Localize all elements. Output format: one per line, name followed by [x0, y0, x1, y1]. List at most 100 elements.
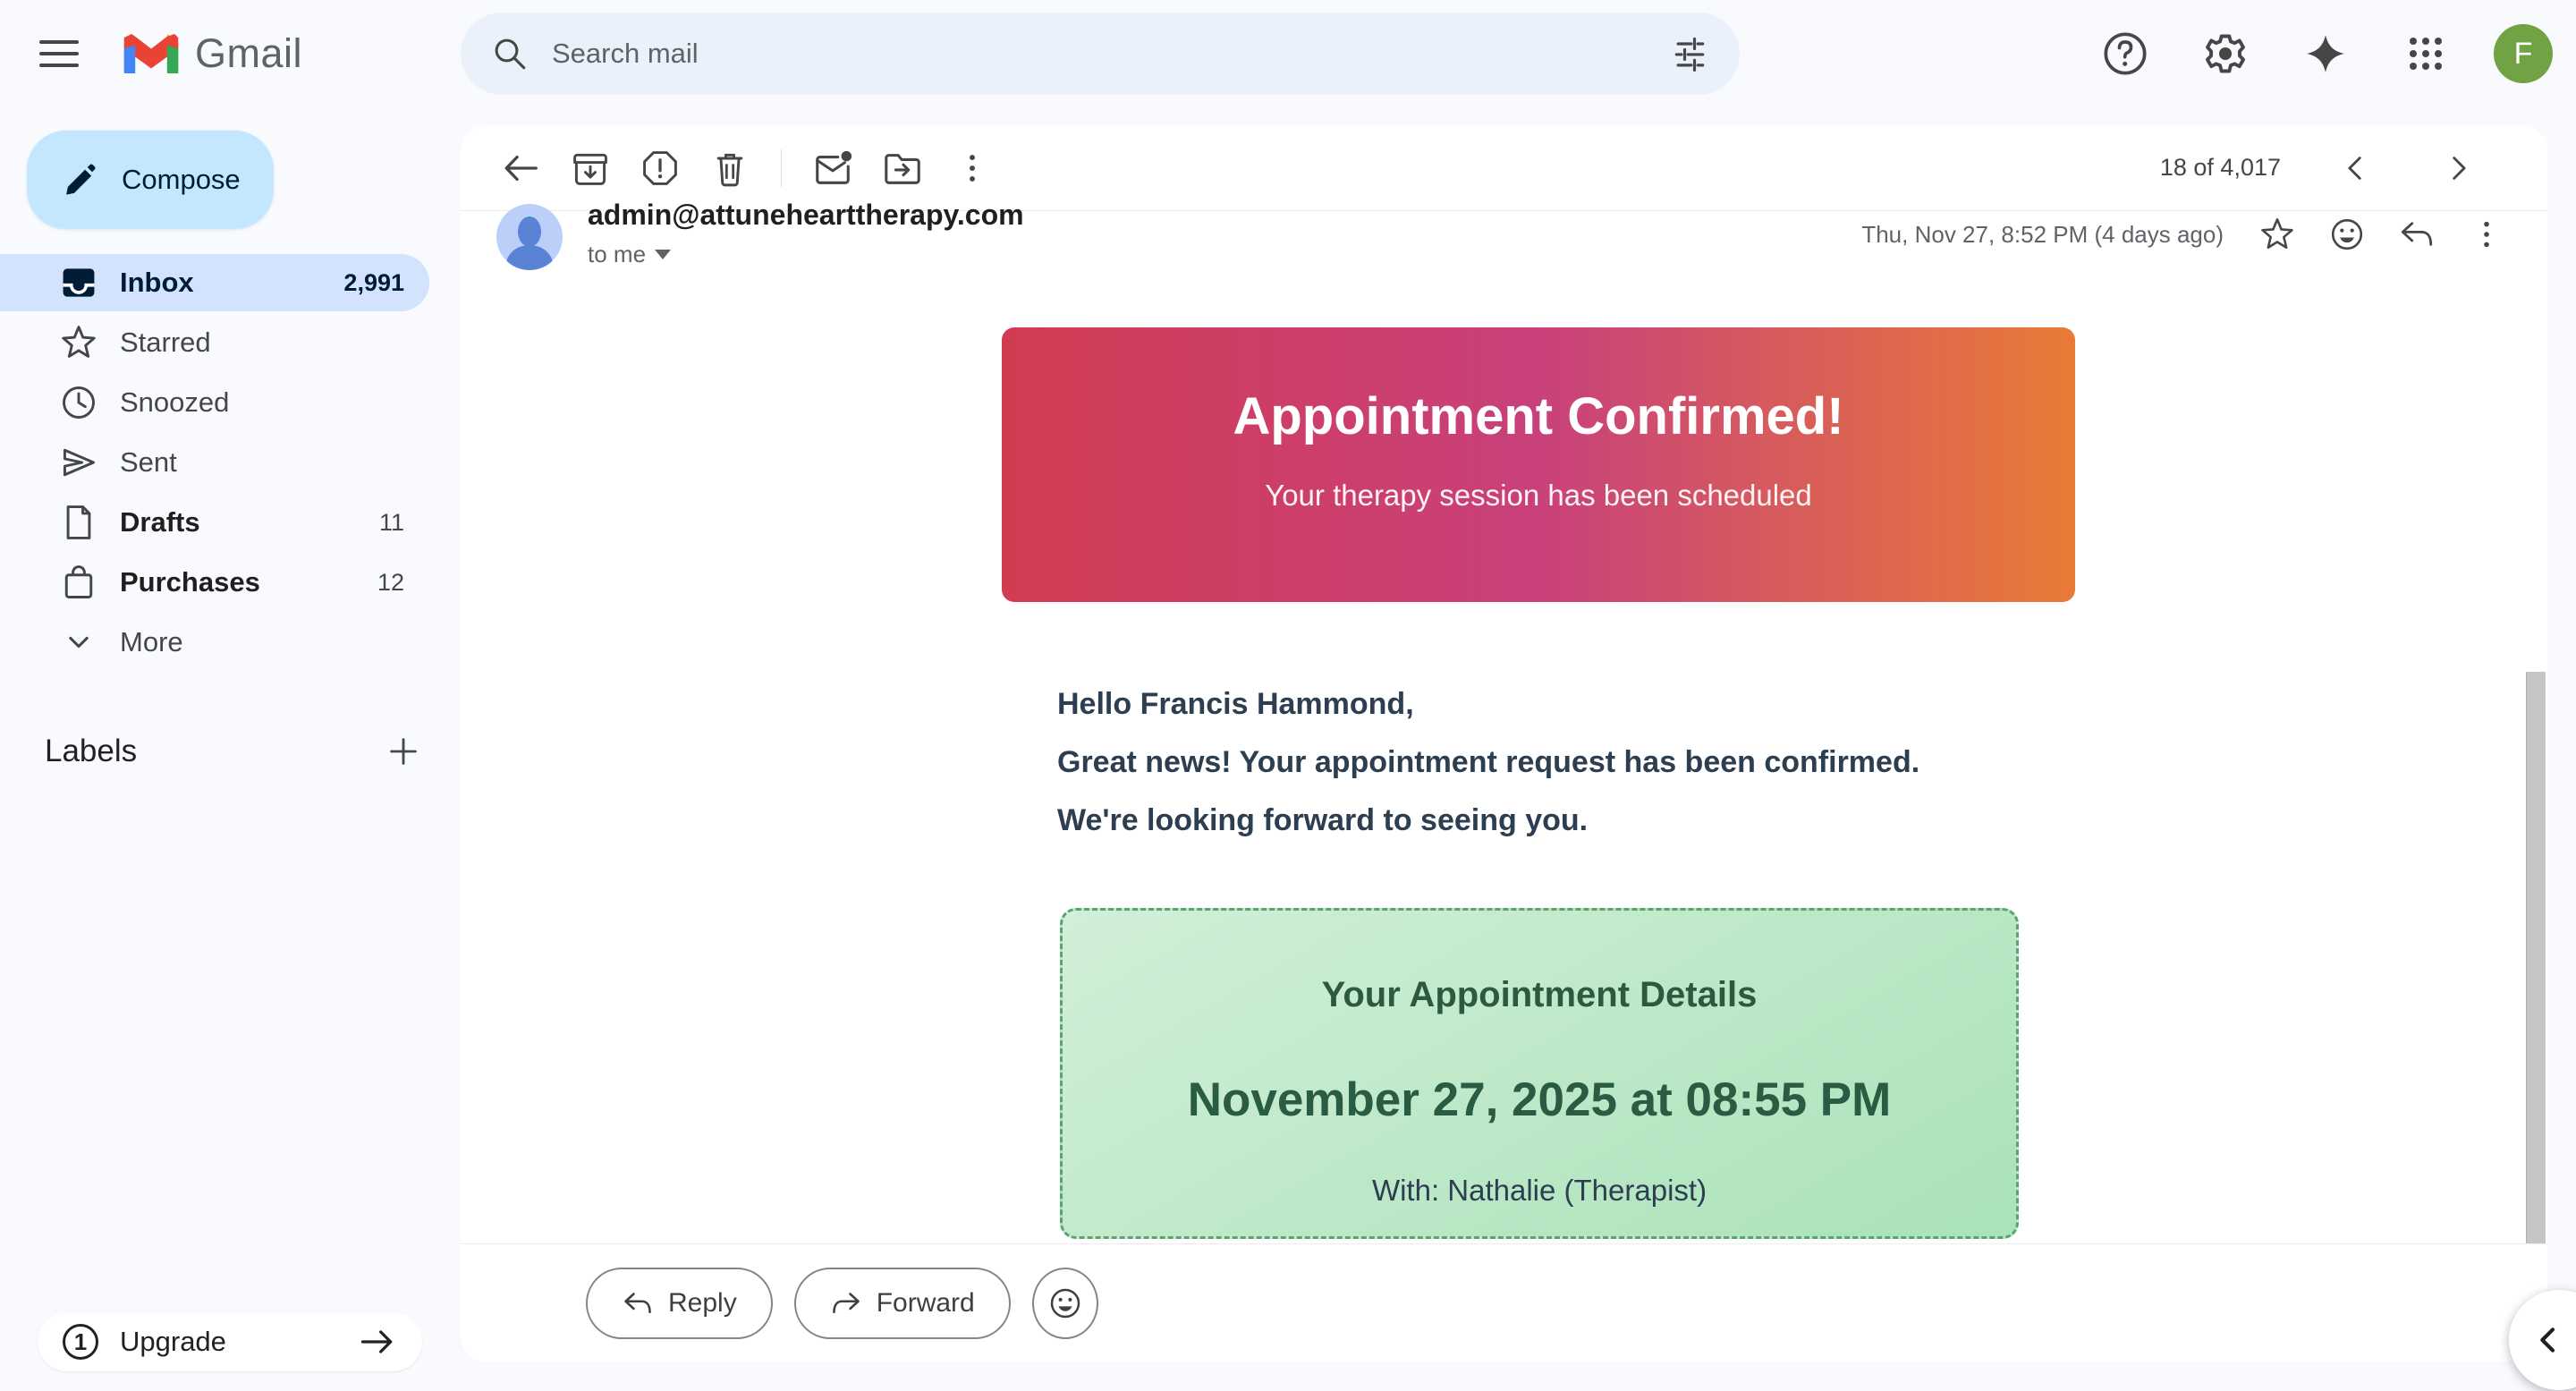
report-spam-icon — [640, 148, 680, 188]
mail-view: 18 of 4,017 admin@attunehearttherapy.com… — [461, 125, 2547, 1361]
sidebar: Compose Inbox 2,991 Starred Snoozed — [0, 107, 461, 1391]
gear-icon — [2202, 30, 2249, 77]
sidebar-item-count: 12 — [377, 569, 404, 597]
closing-line: We're looking forward to seeing you. — [1057, 792, 2075, 850]
topbar-actions: F — [2093, 0, 2553, 107]
gemini-button[interactable] — [2293, 21, 2358, 86]
search-input[interactable] — [552, 38, 1670, 70]
email-date: Thu, Nov 27, 8:52 PM (4 days ago) — [1861, 221, 2224, 249]
back-button[interactable] — [486, 133, 555, 203]
email-greeting-block: Hello Francis Hammond, Great news! Your … — [1002, 675, 2075, 850]
banner-subtitle: Your therapy session has been scheduled — [1002, 479, 2075, 513]
forward-label: Forward — [877, 1288, 975, 1319]
greeting-line: Hello Francis Hammond, — [1057, 675, 2075, 734]
details-heading: Your Appointment Details — [1063, 975, 2016, 1015]
kebab-menu-icon — [953, 148, 992, 188]
gmail-logo[interactable]: Gmail — [122, 30, 302, 77]
sidebar-item-label: Sent — [120, 446, 177, 479]
report-spam-button[interactable] — [625, 133, 695, 203]
chevron-left-icon — [2341, 153, 2371, 183]
appointment-details-box: Your Appointment Details November 27, 20… — [1060, 908, 2019, 1239]
upgrade-button[interactable]: 1 Upgrade — [38, 1312, 422, 1371]
recipient-toggle[interactable]: to me — [588, 241, 1024, 268]
star-outline-icon — [2258, 216, 2296, 253]
mark-unread-button[interactable] — [798, 133, 868, 203]
trash-icon — [710, 148, 750, 188]
recipient-label: to me — [588, 241, 646, 268]
gmail-m-icon — [122, 31, 181, 76]
caret-down-icon — [655, 250, 671, 259]
labels-section-header: Labels — [45, 726, 428, 776]
pagination: 18 of 4,017 — [2160, 141, 2485, 195]
add-reaction-button[interactable] — [1032, 1268, 1098, 1339]
reply-label: Reply — [668, 1288, 737, 1319]
main-menu-button[interactable] — [16, 11, 102, 97]
email-scrollbar[interactable] — [2526, 672, 2546, 1243]
reply-arrow-icon — [2398, 216, 2436, 253]
banner-title: Appointment Confirmed! — [1002, 386, 2075, 446]
sidebar-item-label: Inbox — [120, 267, 194, 299]
account-avatar[interactable]: F — [2494, 24, 2553, 83]
older-email-button[interactable] — [2431, 141, 2485, 195]
kebab-menu-icon — [2468, 216, 2505, 253]
newer-email-button[interactable] — [2329, 141, 2383, 195]
forward-button[interactable]: Forward — [794, 1268, 1011, 1339]
avatar-person-icon — [518, 216, 541, 247]
sidebar-item-inbox[interactable]: Inbox 2,991 — [0, 254, 429, 311]
compose-label: Compose — [122, 164, 241, 196]
sidebar-item-starred[interactable]: Starred — [0, 314, 429, 371]
email-content: Appointment Confirmed! Your therapy sess… — [461, 327, 2547, 1243]
more-email-button[interactable] — [2458, 206, 2515, 263]
apps-grid-icon — [2404, 32, 2447, 75]
smiley-icon — [2328, 216, 2366, 253]
sender-email[interactable]: admin@attunehearttherapy.com — [588, 199, 1024, 232]
reply-header-button[interactable] — [2388, 206, 2445, 263]
sidebar-item-more[interactable]: More — [0, 614, 429, 671]
topbar: Gmail — [0, 0, 2576, 107]
sender-avatar[interactable] — [496, 204, 563, 270]
help-button[interactable] — [2093, 21, 2157, 86]
pagination-count: 18 of 4,017 — [2160, 154, 2281, 182]
compose-pencil-icon — [61, 161, 98, 199]
sidebar-item-sent[interactable]: Sent — [0, 434, 429, 491]
create-label-button[interactable] — [378, 726, 428, 776]
sidebar-item-purchases[interactable]: Purchases 12 — [0, 554, 429, 611]
email-header: admin@attunehearttherapy.com to me Thu, … — [461, 211, 2547, 327]
google-apps-button[interactable] — [2394, 21, 2458, 86]
details-datetime: November 27, 2025 at 08:55 PM — [1063, 1073, 2016, 1127]
delete-button[interactable] — [695, 133, 765, 203]
archive-button[interactable] — [555, 133, 625, 203]
sidebar-item-label: Drafts — [120, 506, 200, 539]
sidebar-item-label: More — [120, 626, 183, 658]
sidebar-item-label: Purchases — [120, 566, 260, 598]
details-therapist: With: Nathalie (Therapist) — [1063, 1174, 2016, 1208]
sidebar-item-count: 11 — [379, 509, 404, 537]
sidebar-item-label: Snoozed — [120, 386, 229, 419]
chevron-right-icon — [2443, 153, 2473, 183]
compose-button[interactable]: Compose — [27, 131, 274, 229]
more-toolbar-button[interactable] — [937, 133, 1007, 203]
confirmation-line: Great news! Your appointment request has… — [1057, 734, 2075, 792]
reply-button[interactable]: Reply — [586, 1268, 773, 1339]
chevron-down-icon — [59, 623, 98, 662]
sidebar-nav: Inbox 2,991 Starred Snoozed Sent — [0, 254, 461, 671]
sidebar-item-drafts[interactable]: Drafts 11 — [0, 494, 429, 551]
move-to-button[interactable] — [868, 133, 937, 203]
inbox-icon — [59, 263, 98, 302]
move-to-folder-icon — [882, 148, 923, 189]
toolbar-divider — [781, 149, 782, 187]
emoji-reaction-button[interactable] — [2318, 206, 2376, 263]
upgrade-label: Upgrade — [120, 1326, 226, 1358]
mark-unread-icon — [812, 148, 853, 189]
search-options-icon[interactable] — [1670, 34, 1709, 73]
settings-button[interactable] — [2193, 21, 2258, 86]
hamburger-icon — [39, 38, 79, 69]
arrow-left-icon — [500, 148, 541, 189]
chevron-left-icon — [2530, 1322, 2566, 1358]
sidebar-item-snoozed[interactable]: Snoozed — [0, 374, 429, 431]
gmail-logo-text: Gmail — [195, 30, 302, 77]
forward-arrow-icon — [830, 1287, 862, 1319]
star-email-button[interactable] — [2249, 206, 2306, 263]
reply-arrow-icon — [622, 1287, 654, 1319]
search-bar[interactable] — [461, 13, 1740, 95]
